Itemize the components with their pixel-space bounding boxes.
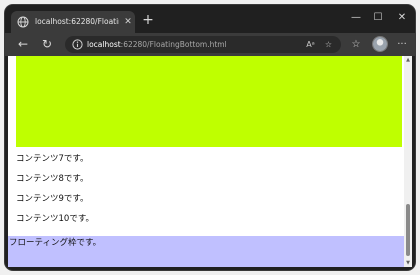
content-line-10: コンテンツ10です。	[16, 214, 94, 224]
globe-icon	[17, 16, 29, 28]
info-icon[interactable]	[72, 39, 83, 50]
browser-tab[interactable]: localhost:62280/FloatingBottom.html ✕	[11, 11, 135, 33]
green-content-block	[16, 56, 402, 147]
url-path: :62280/FloatingBottom.html	[120, 40, 227, 49]
more-menu-button[interactable]: ···	[393, 36, 411, 53]
url-text[interactable]: localhost:62280/FloatingBottom.html	[87, 36, 227, 53]
page-viewport: コンテンツ7です。 コンテンツ8です。 コンテンツ9です。 コンテンツ10です。…	[8, 56, 412, 267]
address-bar[interactable]: localhost:62280/FloatingBottom.html Aᵃ ☆	[65, 36, 341, 53]
new-tab-button[interactable]: +	[139, 11, 157, 29]
favorites-icon[interactable]: ☆	[347, 36, 365, 53]
minimize-button[interactable]: —	[345, 9, 367, 27]
content-line-9: コンテンツ9です。	[16, 194, 89, 204]
tab-strip: localhost:62280/FloatingBottom.html ✕ + …	[5, 5, 415, 33]
browser-window: localhost:62280/FloatingBottom.html ✕ + …	[5, 5, 415, 270]
url-host: localhost	[87, 40, 121, 49]
vertical-scrollbar[interactable]: ▲ ▼	[404, 56, 412, 267]
tab-close-icon[interactable]: ✕	[123, 15, 133, 29]
read-aloud-icon[interactable]: Aᵃ	[303, 37, 318, 52]
floating-panel-text: フローティング枠です。	[9, 238, 102, 248]
scroll-up-arrow-icon[interactable]: ▲	[404, 56, 412, 64]
content-line-8: コンテンツ8です。	[16, 174, 89, 184]
scroll-down-arrow-icon[interactable]: ▼	[404, 259, 412, 267]
profile-avatar[interactable]	[373, 37, 387, 51]
close-window-button[interactable]: ✕	[391, 9, 413, 27]
refresh-button[interactable]: ↻	[38, 36, 56, 53]
tab-title: localhost:62280/FloatingBottom.html	[35, 17, 119, 26]
navigation-toolbar: ← ↻ localhost:62280/FloatingBottom.html …	[5, 33, 415, 56]
content-line-7: コンテンツ7です。	[16, 154, 89, 164]
favorite-star-icon[interactable]: ☆	[321, 37, 336, 52]
back-button[interactable]: ←	[14, 36, 32, 53]
maximize-button[interactable]: ☐	[367, 9, 389, 27]
scrollbar-thumb[interactable]	[406, 204, 410, 256]
floating-bottom-panel: フローティング枠です。	[8, 236, 404, 267]
